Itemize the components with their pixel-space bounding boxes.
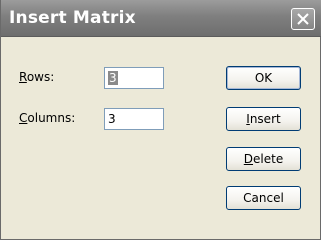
close-button[interactable] bbox=[291, 8, 315, 30]
delete-button[interactable]: Delete bbox=[226, 147, 301, 171]
columns-label: Columns: bbox=[19, 111, 76, 125]
dialog-title: Insert Matrix bbox=[9, 8, 136, 28]
columns-input[interactable]: 3 bbox=[104, 108, 164, 130]
cancel-button[interactable]: Cancel bbox=[226, 186, 301, 210]
insert-button[interactable]: Insert bbox=[226, 107, 301, 131]
insert-matrix-dialog: Insert Matrix Rows: 3 Columns: 3 OK Inse… bbox=[0, 0, 321, 240]
ok-button[interactable]: OK bbox=[226, 66, 301, 90]
rows-label: Rows: bbox=[19, 70, 55, 84]
rows-value: 3 bbox=[108, 71, 118, 85]
close-icon bbox=[296, 12, 310, 26]
columns-value: 3 bbox=[108, 112, 116, 126]
rows-input[interactable]: 3 bbox=[104, 67, 164, 89]
title-bar[interactable]: Insert Matrix bbox=[1, 0, 321, 37]
